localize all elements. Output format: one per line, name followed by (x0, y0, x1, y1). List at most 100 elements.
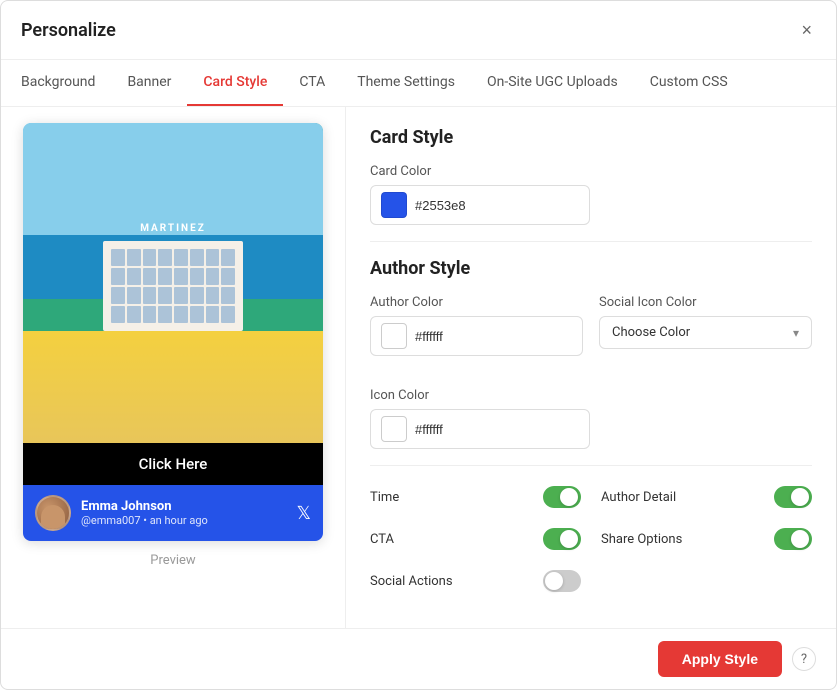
author-color-label: Author Color (370, 295, 583, 310)
author-bar: Emma Johnson @emma007 • an hour ago 𝕏 (23, 485, 323, 541)
apply-style-button[interactable]: Apply Style (658, 641, 782, 677)
divider-1 (370, 241, 812, 242)
card-color-group: Card Color (370, 164, 812, 225)
author-color-group: Author Color (370, 295, 583, 356)
author-fields-row: Author Color Social Icon Color Choose Co… (370, 295, 812, 372)
icon-color-group: Icon Color (370, 388, 812, 449)
social-icon-color-value: Choose Color (612, 325, 690, 340)
toggle-rows: Time Author Detail CTA Share Options Soc… (370, 482, 812, 596)
preview-label: Preview (150, 553, 195, 568)
twitter-icon: 𝕏 (296, 503, 311, 524)
hotel-window (127, 306, 141, 323)
cta-toggle[interactable] (543, 528, 581, 550)
share-options-toggle[interactable] (774, 528, 812, 550)
hotel-window (158, 306, 172, 323)
author-color-hex[interactable] (415, 329, 495, 344)
hotel-window (111, 287, 125, 304)
card-color-swatch (381, 192, 407, 218)
hotel-window (190, 287, 204, 304)
hotel-window (174, 287, 188, 304)
tab-on-site-ugc[interactable]: On-Site UGC Uploads (471, 60, 634, 106)
time-toggle[interactable] (543, 486, 581, 508)
tab-cta[interactable]: CTA (283, 60, 341, 106)
time-toggle-row: Time (370, 482, 581, 512)
divider-2 (370, 465, 812, 466)
tab-background[interactable]: Background (21, 60, 111, 106)
avatar-face (41, 505, 65, 529)
modal-header: Personalize × (1, 1, 836, 60)
hotel-window (174, 249, 188, 266)
modal-footer: Apply Style ? (1, 628, 836, 689)
modal-title: Personalize (21, 20, 116, 41)
tab-card-style[interactable]: Card Style (187, 60, 283, 106)
hotel-window (127, 249, 141, 266)
hotel-window (206, 268, 220, 285)
hotel-window (206, 306, 220, 323)
card-color-label: Card Color (370, 164, 812, 179)
social-actions-label: Social Actions (370, 574, 453, 589)
author-info: Emma Johnson @emma007 • an hour ago (35, 495, 208, 531)
card-preview: Click Here Emma Johnson @emma007 • an ho… (23, 123, 323, 541)
author-name: Emma Johnson (81, 499, 208, 514)
cta-bar[interactable]: Click Here (23, 443, 323, 485)
hotel-window (206, 249, 220, 266)
help-icon[interactable]: ? (792, 647, 816, 671)
hotel-window (111, 249, 125, 266)
hotel-window (127, 287, 141, 304)
social-actions-toggle-row: Social Actions (370, 566, 581, 596)
author-color-input[interactable] (370, 316, 583, 356)
hotel-window (158, 268, 172, 285)
close-button[interactable]: × (797, 17, 816, 43)
hotel-window (221, 306, 235, 323)
content-area: Click Here Emma Johnson @emma007 • an ho… (1, 107, 836, 628)
hotel-window (190, 268, 204, 285)
author-detail-toggle[interactable] (774, 486, 812, 508)
share-options-label: Share Options (601, 532, 682, 547)
author-detail-toggle-row: Author Detail (601, 482, 812, 512)
card-color-input[interactable] (370, 185, 590, 225)
share-options-toggle-row: Share Options (601, 524, 812, 554)
social-icon-color-select[interactable]: Choose Color ▾ (599, 316, 812, 349)
hotel-window (190, 306, 204, 323)
icon-color-input[interactable] (370, 409, 590, 449)
hotel-window (174, 306, 188, 323)
hotel-window (158, 249, 172, 266)
chevron-down-icon: ▾ (793, 326, 799, 340)
cta-toggle-row: CTA (370, 524, 581, 554)
author-style-section-title: Author Style (370, 258, 812, 279)
hotel-window (190, 249, 204, 266)
icon-color-hex[interactable] (415, 422, 495, 437)
social-icon-color-label: Social Icon Color (599, 295, 812, 310)
hotel-window (221, 287, 235, 304)
cta-label: CTA (370, 532, 394, 547)
hotel-window (111, 268, 125, 285)
icon-color-label: Icon Color (370, 388, 812, 403)
card-color-hex[interactable] (415, 198, 495, 213)
tab-banner[interactable]: Banner (111, 60, 187, 106)
hotel-window (158, 287, 172, 304)
author-text: Emma Johnson @emma007 • an hour ago (81, 499, 208, 527)
hotel-scene (23, 123, 323, 443)
avatar (35, 495, 71, 531)
card-image (23, 123, 323, 443)
time-label: Time (370, 490, 399, 505)
hotel-window (143, 268, 157, 285)
tab-theme-settings[interactable]: Theme Settings (341, 60, 471, 106)
icon-color-swatch (381, 416, 407, 442)
settings-panel: Card Style Card Color Author Style Autho… (346, 107, 836, 628)
hotel-window (143, 287, 157, 304)
tab-custom-css[interactable]: Custom CSS (634, 60, 744, 106)
card-style-section-title: Card Style (370, 127, 812, 148)
author-color-swatch (381, 323, 407, 349)
hotel-window (174, 268, 188, 285)
author-handle: @emma007 • an hour ago (81, 514, 208, 527)
preview-panel: Click Here Emma Johnson @emma007 • an ho… (1, 107, 346, 628)
social-icon-color-group: Social Icon Color Choose Color ▾ (599, 295, 812, 356)
hotel-building (103, 241, 243, 331)
author-detail-label: Author Detail (601, 490, 676, 505)
hotel-window (127, 268, 141, 285)
social-actions-toggle[interactable] (543, 570, 581, 592)
tab-bar: Background Banner Card Style CTA Theme S… (1, 60, 836, 107)
hotel-window (221, 249, 235, 266)
hotel-window (206, 287, 220, 304)
